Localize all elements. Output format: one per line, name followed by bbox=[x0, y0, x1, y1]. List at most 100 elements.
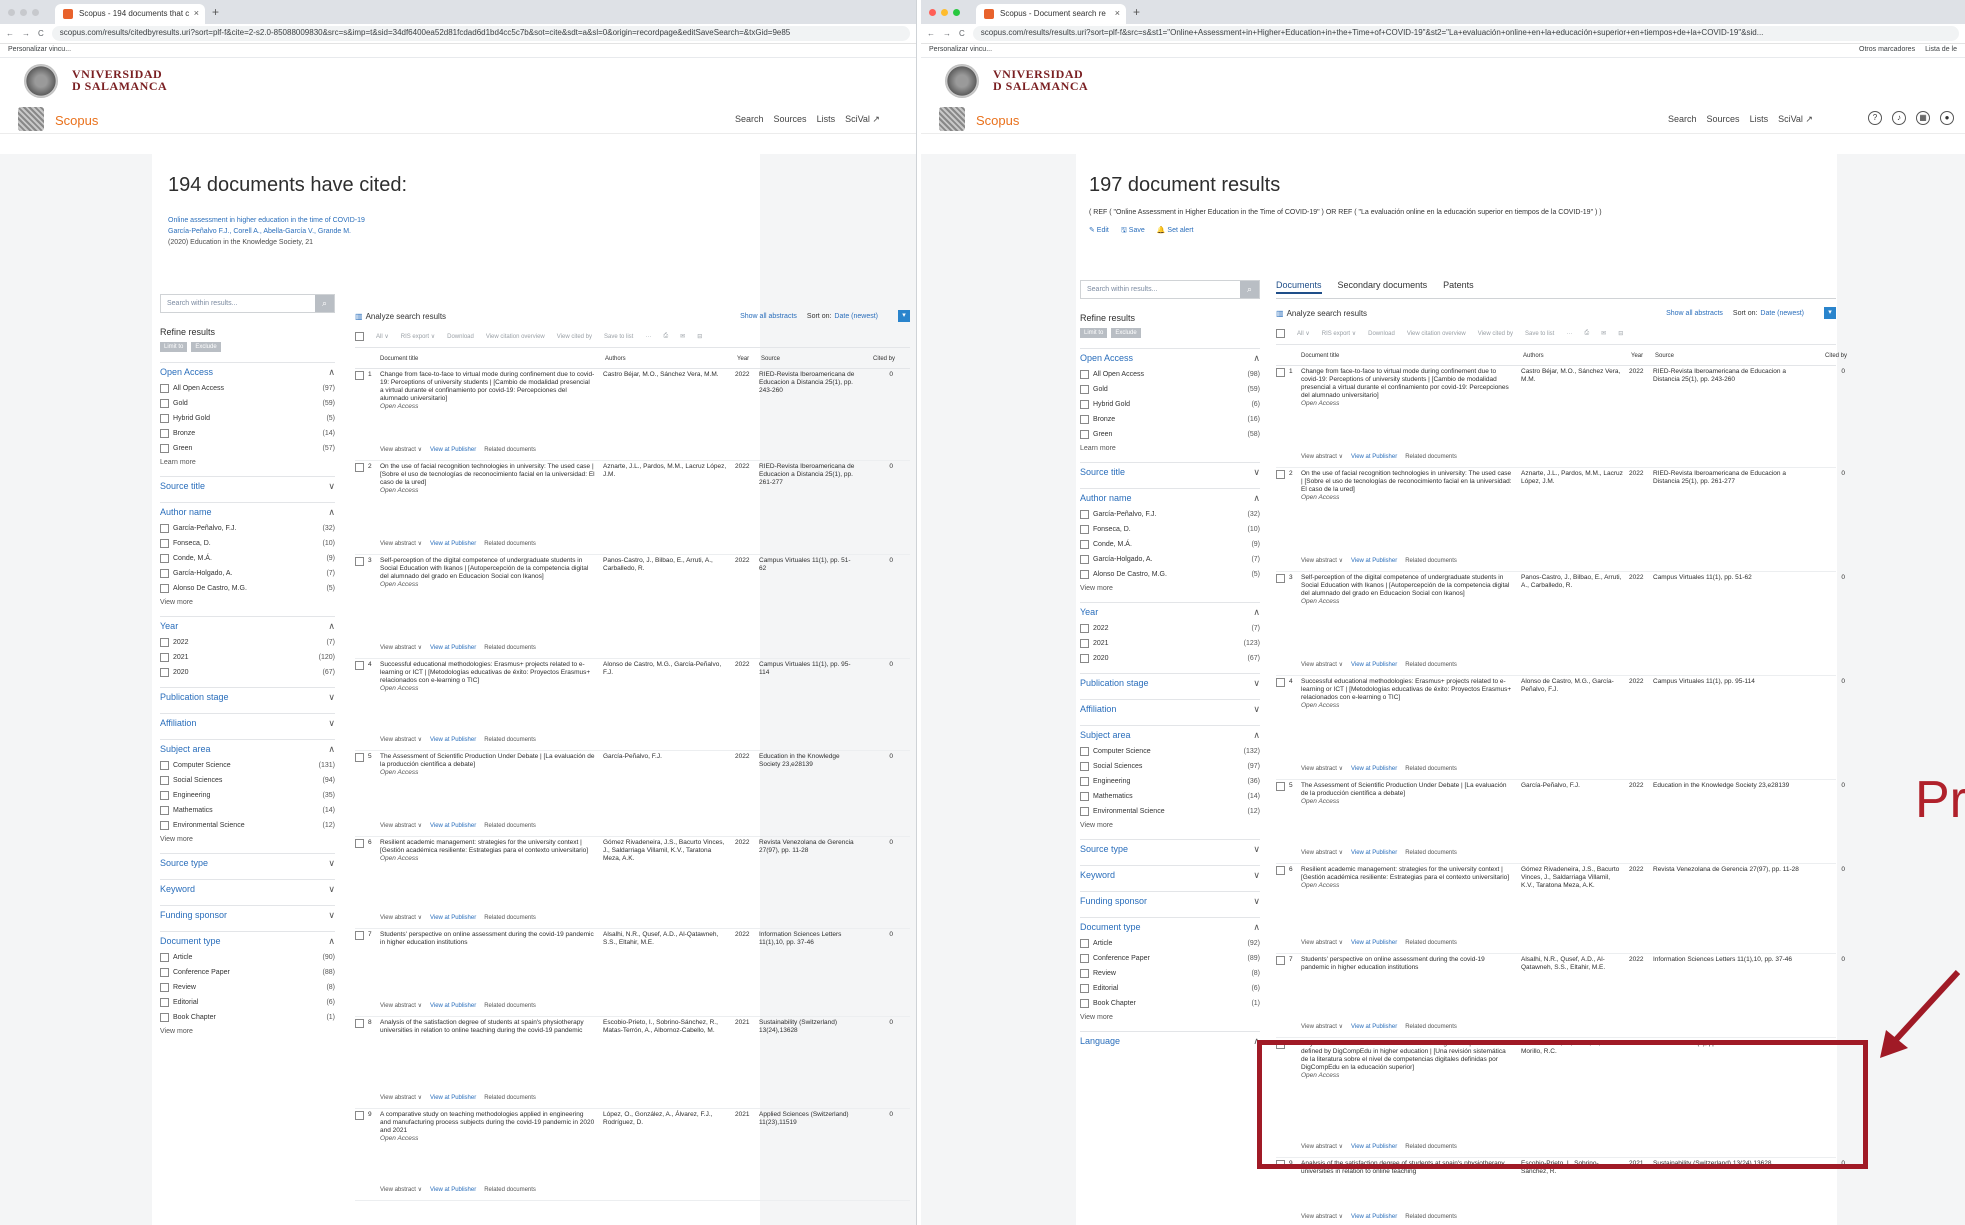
facet-option[interactable]: Environmental Science (12) bbox=[1080, 807, 1260, 816]
sort-select[interactable]: Date (newest) bbox=[834, 313, 878, 320]
authors-cell[interactable]: García-Peñalvo, F.J. bbox=[1521, 780, 1629, 863]
url-bar[interactable]: scopus.com/results/citedbyresults.uri?so… bbox=[51, 26, 910, 41]
facet-option[interactable]: 2022 (7) bbox=[160, 638, 335, 647]
facet-view-more-link[interactable]: View more bbox=[160, 836, 335, 843]
facet-checkbox[interactable] bbox=[1080, 954, 1089, 963]
source-cell[interactable]: RIED-Revista Iberoamericana de Educacion… bbox=[1653, 366, 1815, 467]
facet-option[interactable]: 2020 (67) bbox=[1080, 654, 1260, 663]
sort-select[interactable]: Date (newest) bbox=[1760, 310, 1804, 317]
limit-to-button[interactable]: Limit to bbox=[1080, 328, 1108, 338]
facet-checkbox[interactable] bbox=[1080, 777, 1089, 786]
url-bar[interactable]: scopus.com/results/results.uri?sort=plf-… bbox=[972, 26, 1959, 41]
facet-option[interactable]: Alonso De Castro, M.G. (5) bbox=[1080, 570, 1260, 579]
scopus-logo[interactable]: Scopus bbox=[55, 113, 98, 128]
nav-scival[interactable]: SciVal ↗ bbox=[1778, 114, 1813, 125]
row-checkbox[interactable] bbox=[355, 839, 364, 848]
view-abstract-link[interactable]: View abstract ∨ bbox=[380, 736, 422, 744]
facet-option[interactable]: Hybrid Gold (5) bbox=[160, 414, 335, 423]
facet-checkbox[interactable] bbox=[160, 399, 169, 408]
facet-checkbox[interactable] bbox=[160, 569, 169, 578]
document-title-link[interactable]: Resilient academic management: strategie… bbox=[1301, 866, 1513, 882]
facet-checkbox[interactable] bbox=[1080, 385, 1089, 394]
view-abstract-link[interactable]: View abstract ∨ bbox=[380, 1186, 422, 1194]
authors-cell[interactable]: Alsalhi, N.R., Qusef, A.D., Al-Qatawneh,… bbox=[1521, 954, 1629, 1037]
nav-sources[interactable]: Sources bbox=[1707, 114, 1740, 125]
facet-option[interactable]: Review (8) bbox=[1080, 969, 1260, 978]
facet-checkbox[interactable] bbox=[160, 806, 169, 815]
facet-checkbox[interactable] bbox=[1080, 792, 1089, 801]
exclude-button[interactable]: Exclude bbox=[1111, 328, 1141, 338]
show-all-abstracts-link[interactable]: Show all abstracts bbox=[1666, 310, 1723, 317]
document-title-link[interactable]: Students' perspective on online assessme… bbox=[1301, 956, 1513, 972]
facet-option[interactable]: Social Sciences (97) bbox=[1080, 762, 1260, 771]
view-at-publisher-link[interactable]: View at Publisher bbox=[430, 540, 476, 548]
view-abstract-link[interactable]: View abstract ∨ bbox=[1301, 661, 1343, 669]
cited-by-cell[interactable]: 0 bbox=[863, 461, 893, 554]
chevron-up-icon[interactable]: ∧ bbox=[1253, 922, 1260, 933]
related-documents-link[interactable]: Related documents bbox=[484, 1186, 536, 1194]
cited-by-cell[interactable]: 0 bbox=[1815, 780, 1845, 863]
view-abstract-link[interactable]: View abstract ∨ bbox=[380, 540, 422, 548]
window-control-r[interactable] bbox=[929, 9, 936, 16]
facet-option[interactable]: Bronze (16) bbox=[1080, 415, 1260, 424]
facet-header[interactable]: Author name ∧ bbox=[160, 502, 335, 518]
facet-header[interactable]: Year ∧ bbox=[160, 616, 335, 632]
facet-checkbox[interactable] bbox=[160, 539, 169, 548]
facet-header[interactable]: Funding sponsor ∨ bbox=[160, 905, 335, 921]
facet-option[interactable]: García-Holgado, A. (7) bbox=[160, 569, 335, 578]
facet-header[interactable]: Document type ∧ bbox=[160, 931, 335, 947]
email-icon[interactable]: ✉ bbox=[1601, 330, 1606, 337]
facet-header[interactable]: Open Access ∧ bbox=[1080, 348, 1260, 364]
facet-checkbox[interactable] bbox=[160, 998, 169, 1007]
column-header[interactable]: Year bbox=[1631, 353, 1655, 359]
document-title-link[interactable]: Change from face-to-face to virtual mode… bbox=[1301, 368, 1513, 400]
chevron-up-icon[interactable]: ∧ bbox=[1253, 493, 1260, 504]
chevron-down-icon[interactable]: ∨ bbox=[1253, 467, 1260, 478]
facet-view-more-link[interactable]: Learn more bbox=[1080, 445, 1260, 452]
facet-option[interactable]: Mathematics (14) bbox=[160, 806, 335, 815]
toolbar-action[interactable]: Save to list bbox=[1525, 331, 1554, 337]
view-at-publisher-link[interactable]: View at Publisher bbox=[430, 1094, 476, 1102]
source-cell[interactable]: RIED-Revista Iberoamericana de Educacion… bbox=[759, 369, 863, 460]
document-title-link[interactable]: A comparative study on teaching methodol… bbox=[380, 1111, 595, 1135]
view-abstract-link[interactable]: View abstract ∨ bbox=[380, 1094, 422, 1102]
row-checkbox[interactable] bbox=[355, 463, 364, 472]
row-checkbox[interactable] bbox=[355, 753, 364, 762]
facet-option[interactable]: Engineering (36) bbox=[1080, 777, 1260, 786]
cited-by-cell[interactable]: 0 bbox=[863, 555, 893, 658]
chevron-down-icon[interactable]: ∨ bbox=[1253, 844, 1260, 855]
chevron-up-icon[interactable]: ∧ bbox=[328, 936, 335, 947]
facet-checkbox[interactable] bbox=[1080, 540, 1089, 549]
back-icon[interactable]: ← bbox=[927, 29, 935, 38]
limit-to-button[interactable]: Limit to bbox=[160, 342, 188, 352]
facet-option[interactable]: Fonseca, D. (10) bbox=[1080, 525, 1260, 534]
authors-cell[interactable]: Castro Béjar, M.O., Sánchez Vera, M.M. bbox=[1521, 366, 1629, 467]
view-at-publisher-link[interactable]: View at Publisher bbox=[430, 914, 476, 922]
exclude-button[interactable]: Exclude bbox=[191, 342, 221, 352]
tab-close-icon[interactable]: × bbox=[1115, 8, 1120, 18]
bibliography-icon[interactable]: ⊟ bbox=[1618, 330, 1623, 337]
view-at-publisher-link[interactable]: View at Publisher bbox=[1351, 939, 1397, 947]
window-control-g[interactable] bbox=[32, 9, 39, 16]
facet-option[interactable]: García-Holgado, A. (7) bbox=[1080, 555, 1260, 564]
facet-checkbox[interactable] bbox=[1080, 999, 1089, 1008]
show-all-abstracts-link[interactable]: Show all abstracts bbox=[740, 313, 797, 320]
facet-checkbox[interactable] bbox=[1080, 430, 1089, 439]
view-at-publisher-link[interactable]: View at Publisher bbox=[430, 822, 476, 830]
facet-option[interactable]: 2021 (123) bbox=[1080, 639, 1260, 648]
authors-cell[interactable]: Panos-Castro, J., Bilbao, E., Arruti, A.… bbox=[1521, 572, 1629, 675]
chevron-down-icon[interactable]: ∨ bbox=[1253, 704, 1260, 715]
authors-cell[interactable]: Castro Béjar, M.O., Sánchez Vera, M.M. bbox=[603, 369, 735, 460]
facet-option[interactable]: García-Peñalvo, F.J. (32) bbox=[1080, 510, 1260, 519]
facet-checkbox[interactable] bbox=[160, 968, 169, 977]
chevron-down-icon[interactable]: ∨ bbox=[328, 884, 335, 895]
facet-option[interactable]: Green (57) bbox=[160, 444, 335, 453]
chevron-up-icon[interactable]: ∧ bbox=[1253, 353, 1260, 364]
facet-view-more-link[interactable]: View more bbox=[160, 1028, 335, 1035]
row-checkbox[interactable] bbox=[1276, 470, 1285, 479]
facet-header[interactable]: Open Access ∧ bbox=[160, 362, 335, 378]
cited-by-cell[interactable]: 0 bbox=[863, 1017, 893, 1108]
facet-option[interactable]: Conference Paper (89) bbox=[1080, 954, 1260, 963]
view-at-publisher-link[interactable]: View at Publisher bbox=[1351, 1023, 1397, 1031]
search-icon[interactable]: ⌕ bbox=[315, 295, 334, 312]
